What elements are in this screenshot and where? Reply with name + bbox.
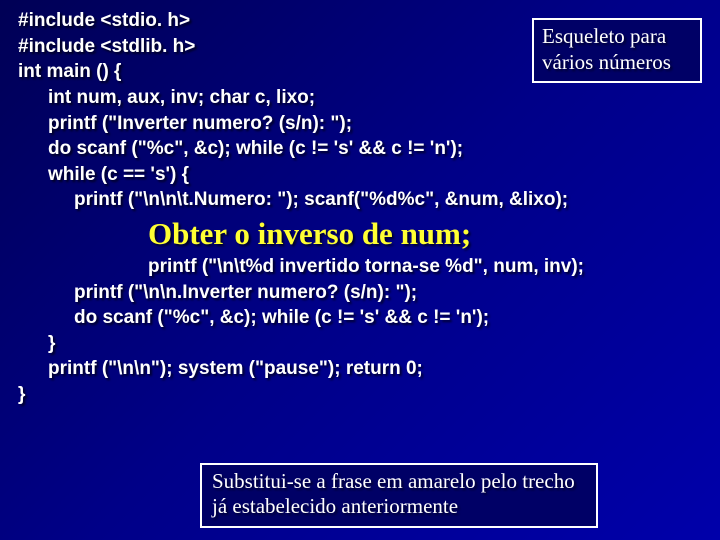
code-line-11: do scanf ("%c", &c); while (c != 's' && … xyxy=(18,305,702,331)
code-line-6: do scanf ("%c", &c); while (c != 's' && … xyxy=(18,136,702,162)
code-line-4: int num, aux, inv; char c, lixo; xyxy=(18,85,702,111)
callout-top-right: Esqueleto para vários números xyxy=(532,18,702,83)
code-line-14: } xyxy=(18,382,702,408)
code-line-9: printf ("\n\t%d invertido torna-se %d", … xyxy=(18,254,702,280)
code-line-7: while (c == 's') { xyxy=(18,162,702,188)
code-line-5: printf ("Inverter numero? (s/n): "); xyxy=(18,111,702,137)
highlight-line: Obter o inverso de num; xyxy=(18,215,702,254)
callout-bottom: Substitui-se a frase em amarelo pelo tre… xyxy=(200,463,598,528)
code-line-10: printf ("\n\n.Inverter numero? (s/n): ")… xyxy=(18,280,702,306)
code-line-13: printf ("\n\n"); system ("pause"); retur… xyxy=(18,356,702,382)
code-line-8: printf ("\n\n\t.Numero: "); scanf("%d%c"… xyxy=(18,187,702,213)
code-line-12: } xyxy=(18,331,702,357)
